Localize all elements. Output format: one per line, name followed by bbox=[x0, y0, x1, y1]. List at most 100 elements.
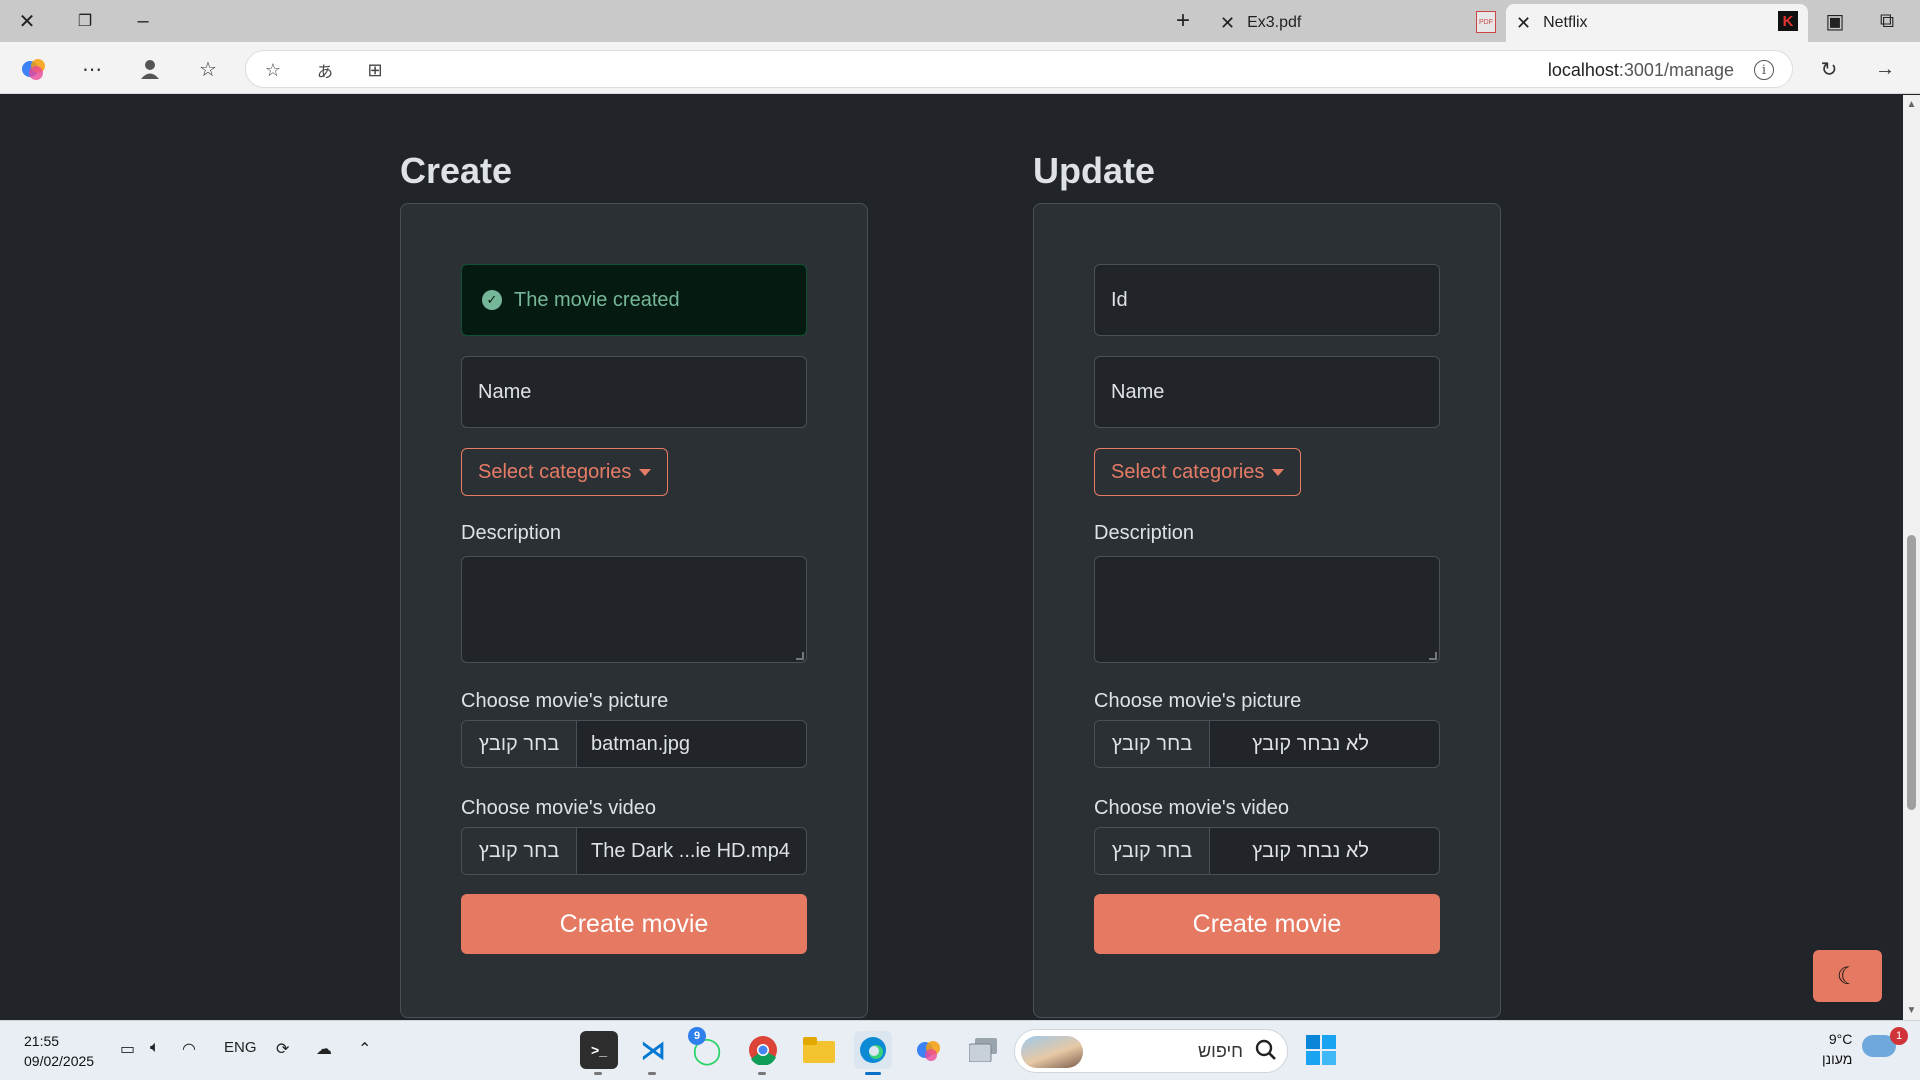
picture-file-name: לא נבחר קובץ bbox=[1252, 732, 1369, 755]
windows-taskbar: 21:55 09/02/2025 ▭ 🔈︎ ◠ ENG ⟳ ☁ ⌃ >_ ⋊ ◯… bbox=[0, 1020, 1920, 1080]
taskbar-search[interactable]: חיפוש bbox=[1014, 1029, 1288, 1073]
forward-icon[interactable]: → bbox=[1868, 52, 1902, 86]
select-categories-dropdown[interactable]: Select categories bbox=[1094, 448, 1302, 496]
whatsapp-icon[interactable]: ◯ 9 bbox=[688, 1027, 726, 1069]
chevron-up-icon[interactable]: ⌃ bbox=[358, 1039, 371, 1059]
id-input[interactable]: Id bbox=[1094, 264, 1440, 336]
alert-text: The movie created bbox=[514, 288, 680, 311]
video-file-input[interactable]: בחר קובץ לא נבחר קובץ bbox=[1094, 827, 1440, 875]
new-tab-icon[interactable]: + bbox=[1166, 4, 1200, 38]
notification-badge[interactable]: 1 bbox=[1890, 1027, 1908, 1045]
select-categories-dropdown[interactable]: Select categories bbox=[461, 448, 669, 496]
copilot-icon[interactable] bbox=[17, 52, 51, 86]
copilot-app-icon[interactable] bbox=[910, 1031, 948, 1069]
video-label: Choose movie's video bbox=[1094, 797, 1290, 819]
workspaces-icon[interactable]: ⧉ bbox=[1870, 4, 1904, 38]
resize-grip-icon[interactable] bbox=[796, 652, 804, 660]
create-title: Create bbox=[400, 150, 513, 191]
minimize-window-icon[interactable]: – bbox=[126, 4, 160, 38]
video-file-name: לא נבחר קובץ bbox=[1252, 839, 1369, 862]
page-scrollbar[interactable]: ▲ ▼ bbox=[1903, 95, 1920, 1020]
favorites-icon[interactable]: ☆ bbox=[191, 52, 225, 86]
create-movie-button[interactable]: Create movie bbox=[1094, 894, 1440, 954]
picture-label: Choose movie's picture bbox=[1094, 690, 1302, 712]
description-textarea[interactable] bbox=[461, 556, 807, 663]
restore-window-icon[interactable]: ❐ bbox=[68, 4, 102, 38]
manage-page: Create ✓ The movie created Name Select c… bbox=[0, 95, 1903, 1020]
update-title: Update bbox=[1033, 150, 1156, 191]
task-view-icon[interactable] bbox=[964, 1031, 1002, 1069]
name-input[interactable]: Name bbox=[1094, 356, 1440, 428]
search-placeholder: חיפוש bbox=[1198, 1041, 1243, 1061]
terminal-icon[interactable]: >_ bbox=[580, 1031, 618, 1075]
weather-desc: מעונן bbox=[1822, 1051, 1853, 1067]
battery-icon[interactable]: ▭ bbox=[120, 1039, 135, 1059]
scroll-down-icon[interactable]: ▼ bbox=[1906, 1005, 1917, 1016]
dropdown-label: Select categories bbox=[478, 460, 632, 483]
site-info-icon[interactable]: i bbox=[1754, 60, 1774, 80]
refresh-icon[interactable]: ↻ bbox=[1812, 52, 1846, 86]
close-tab-icon[interactable]: ✕ bbox=[1220, 13, 1235, 34]
close-tab-icon[interactable]: ✕ bbox=[1516, 13, 1531, 34]
picture-label: Choose movie's picture bbox=[461, 690, 669, 712]
sync-icon[interactable]: ⟳ bbox=[276, 1039, 289, 1059]
whatsapp-badge: 9 bbox=[688, 1027, 706, 1045]
address-bar[interactable]: ☆ あ ⊞ localhost:3001/manage i bbox=[245, 50, 1793, 88]
clock[interactable]: 21:55 09/02/2025 bbox=[24, 1031, 94, 1071]
pdf-file-icon: PDF bbox=[1476, 11, 1496, 33]
windows-start-icon[interactable] bbox=[1302, 1031, 1340, 1069]
name-input[interactable]: Name bbox=[461, 356, 807, 428]
add-favorite-icon[interactable]: ☆ bbox=[256, 53, 290, 87]
wifi-icon[interactable]: ◠ bbox=[182, 1039, 196, 1059]
description-textarea[interactable] bbox=[1094, 556, 1440, 663]
choose-file-button[interactable]: בחר קובץ bbox=[462, 828, 577, 874]
weather-temp: 9°C bbox=[1828, 1031, 1853, 1047]
netflix-favicon-icon: K bbox=[1778, 11, 1798, 31]
choose-file-button[interactable]: בחר קובץ bbox=[1095, 828, 1210, 874]
language-indicator[interactable]: ENG bbox=[224, 1039, 257, 1056]
tab-title: Netflix bbox=[1543, 14, 1588, 31]
url-path: :3001/manage bbox=[1618, 60, 1734, 80]
description-label: Description bbox=[461, 522, 562, 544]
url-text[interactable]: localhost:3001/manage bbox=[1548, 60, 1734, 81]
search-icon bbox=[1255, 1039, 1276, 1060]
scrollbar-thumb[interactable] bbox=[1907, 535, 1916, 810]
app-available-icon[interactable]: ⊞ bbox=[358, 53, 392, 87]
tab-ex3-pdf[interactable]: ✕ Ex3.pdf bbox=[1210, 4, 1500, 42]
volume-icon[interactable]: 🔈︎ bbox=[150, 1039, 160, 1057]
split-screen-icon[interactable]: ▣ bbox=[1818, 4, 1852, 38]
onedrive-error-icon[interactable]: ☁ bbox=[316, 1039, 332, 1059]
scroll-up-icon[interactable]: ▲ bbox=[1906, 99, 1917, 110]
video-file-input[interactable]: בחר קובץ The Dark ...ie HD.mp4 bbox=[461, 827, 807, 875]
picture-file-name: batman.jpg bbox=[591, 732, 690, 755]
clock-time: 21:55 bbox=[24, 1033, 60, 1049]
resize-grip-icon[interactable] bbox=[1429, 652, 1437, 660]
weather-widget[interactable]: 9°C מעונן bbox=[1822, 1029, 1852, 1069]
picture-file-input[interactable]: בחר קובץ batman.jpg bbox=[461, 720, 807, 768]
chrome-icon[interactable] bbox=[744, 1031, 782, 1075]
create-movie-button[interactable]: Create movie bbox=[461, 894, 807, 954]
clock-date: 09/02/2025 bbox=[24, 1053, 95, 1069]
video-file-name: The Dark ...ie HD.mp4 bbox=[591, 839, 790, 862]
tab-netflix[interactable]: ✕ Netflix bbox=[1506, 4, 1808, 42]
create-form-card: ✓ The movie created Name Select categori… bbox=[400, 203, 868, 1018]
name-placeholder: Name bbox=[1111, 380, 1165, 403]
more-options-icon[interactable]: ⋯ bbox=[75, 52, 109, 86]
file-explorer-icon[interactable] bbox=[800, 1031, 838, 1069]
success-alert: ✓ The movie created bbox=[461, 264, 807, 336]
dropdown-label: Select categories bbox=[1111, 460, 1265, 483]
profile-icon[interactable] bbox=[133, 52, 167, 86]
edge-icon[interactable] bbox=[854, 1031, 892, 1075]
read-aloud-icon[interactable]: あ bbox=[308, 53, 342, 87]
update-form-card: Id Name Select categories Description Ch… bbox=[1033, 203, 1501, 1018]
choose-file-button[interactable]: בחר קובץ bbox=[1095, 721, 1210, 767]
caret-down-icon bbox=[639, 468, 652, 476]
vscode-icon[interactable]: ⋊ bbox=[634, 1031, 672, 1075]
choose-file-button[interactable]: בחר קובץ bbox=[462, 721, 577, 767]
description-label: Description bbox=[1094, 522, 1195, 544]
close-window-icon[interactable]: ✕ bbox=[10, 4, 44, 38]
check-circle-icon: ✓ bbox=[482, 290, 502, 310]
theme-toggle-button[interactable]: ☾ bbox=[1813, 950, 1882, 1002]
picture-file-input[interactable]: בחר קובץ לא נבחר קובץ bbox=[1094, 720, 1440, 768]
moon-icon: ☾ bbox=[1836, 962, 1859, 990]
